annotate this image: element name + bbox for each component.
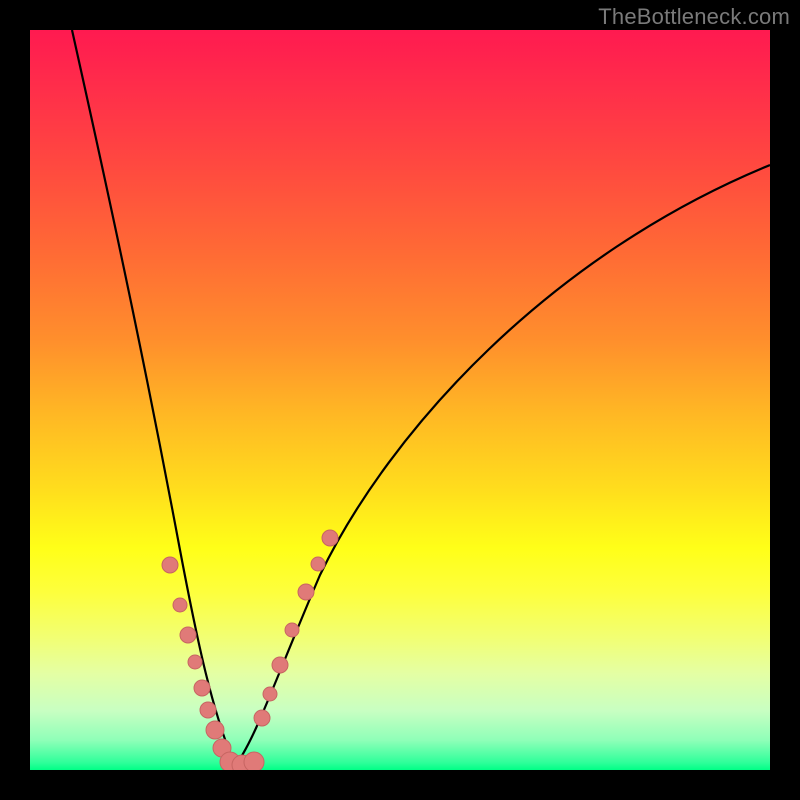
- marker-group: [162, 530, 338, 770]
- marker-dot: [206, 721, 224, 739]
- marker-dot: [173, 598, 187, 612]
- plot-area: [30, 30, 770, 770]
- marker-dot: [285, 623, 299, 637]
- marker-dot: [200, 702, 216, 718]
- left-curve: [72, 30, 235, 766]
- marker-dot: [194, 680, 210, 696]
- marker-dot: [311, 557, 325, 571]
- marker-dot: [272, 657, 288, 673]
- marker-dot: [263, 687, 277, 701]
- marker-dot: [254, 710, 270, 726]
- marker-dot: [322, 530, 338, 546]
- curve-layer: [30, 30, 770, 770]
- marker-dot: [244, 752, 264, 770]
- marker-dot: [180, 627, 196, 643]
- right-curve: [235, 165, 770, 766]
- marker-dot: [188, 655, 202, 669]
- chart-stage: TheBottleneck.com: [0, 0, 800, 800]
- watermark-text: TheBottleneck.com: [598, 4, 790, 30]
- marker-dot: [162, 557, 178, 573]
- marker-dot: [298, 584, 314, 600]
